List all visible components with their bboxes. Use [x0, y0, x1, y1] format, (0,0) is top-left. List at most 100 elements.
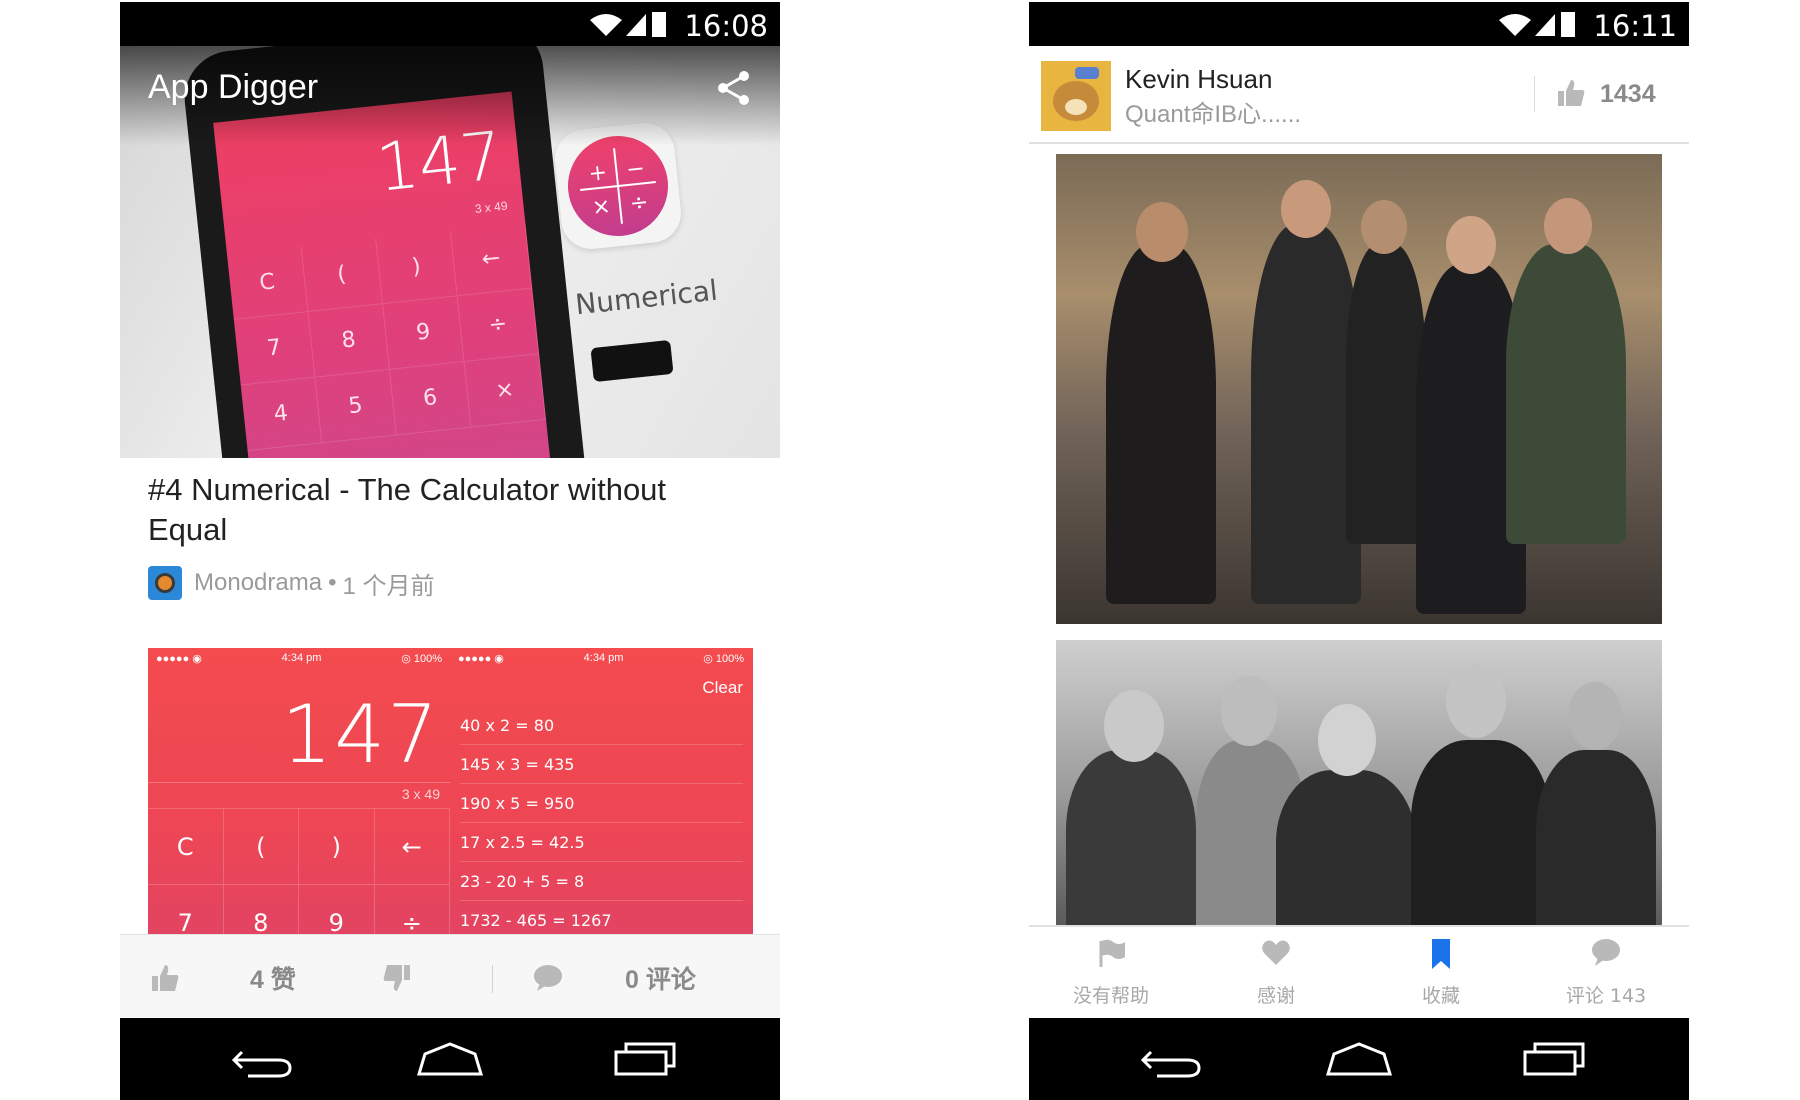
screenshot-key: ): [299, 808, 375, 884]
hero-key: ): [376, 230, 458, 305]
flag-icon: [1041, 937, 1181, 973]
left-phone-screen: 16:08 147 3 x 49 C ( ) ← 7 8 9 ÷ 4 5 6 ×…: [120, 2, 780, 1100]
answer-action-bar: 没有帮助 感谢 收藏 评论 143: [1029, 925, 1689, 1021]
screenshot-history-list: 40 x 2 = 80 145 x 3 = 435 190 x 5 = 950 …: [460, 706, 743, 938]
vote-count[interactable]: 1434: [1600, 80, 1656, 109]
header-divider: [1534, 76, 1535, 112]
hero-key: ←: [450, 222, 533, 297]
screenshot-status-bar: ●●●●● ◉ 4:34 pm ◎ 100%: [156, 652, 442, 665]
app-title: App Digger: [148, 68, 319, 106]
hero-key: 8: [308, 304, 390, 378]
tab-not-helpful[interactable]: 没有帮助: [1041, 937, 1181, 1017]
screenshot-battery: ◎ 100%: [703, 653, 744, 665]
status-bar: 16:08: [120, 2, 780, 46]
hero-image[interactable]: 147 3 x 49 C ( ) ← 7 8 9 ÷ 4 5 6 × + − ×…: [120, 46, 780, 458]
like-button[interactable]: [150, 935, 180, 1021]
app-store-badge-icon: [590, 339, 674, 383]
vote-up-icon[interactable]: [1556, 78, 1586, 113]
home-button[interactable]: [1324, 1034, 1404, 1084]
hero-key: C: [226, 246, 309, 320]
post-meta: Monodrama • 1 个月前: [148, 566, 434, 600]
svg-text:×: ×: [591, 194, 612, 221]
author-header[interactable]: Kevin Hsuan Quant命IB心...... 1434: [1029, 46, 1689, 144]
home-icon: [1325, 1042, 1393, 1076]
screenshot-time: 4:34 pm: [583, 652, 624, 664]
screenshot-history: ●●●●● ◉ 4:34 pm ◎ 100% Clear 40 x 2 = 80…: [450, 648, 753, 938]
screenshot-key: 8: [223, 884, 299, 938]
band-portrait-photo[interactable]: [1056, 640, 1662, 925]
author-avatar[interactable]: [1041, 61, 1111, 131]
screenshot-carrier: ●●●●● ◉: [458, 653, 504, 665]
home-button[interactable]: [415, 1034, 495, 1084]
hero-app-name: Numerical: [573, 273, 720, 322]
source-name[interactable]: Monodrama: [194, 569, 322, 597]
system-nav-bar: [120, 1018, 780, 1100]
back-button[interactable]: [1137, 1034, 1217, 1084]
hero-key: 5: [315, 369, 397, 444]
recents-button[interactable]: [610, 1034, 690, 1084]
post-title[interactable]: #4 Numerical - The Calculator without Eq…: [148, 470, 728, 550]
meta-separator: •: [328, 569, 337, 596]
hero-key: 9: [383, 296, 465, 370]
tab-favorite[interactable]: 收藏: [1371, 937, 1511, 1017]
status-icons: [1497, 10, 1577, 43]
battery-icon: [1561, 12, 1575, 37]
screenshot-key: 9: [299, 884, 375, 938]
like-count[interactable]: 4 赞: [250, 935, 296, 1021]
history-item: 1732 - 465 = 1267: [460, 901, 743, 938]
status-icons: [588, 10, 668, 43]
comment-button[interactable]: [532, 935, 564, 1021]
thumbs-down-icon: [383, 965, 410, 991]
screenshot-key: ←: [374, 808, 450, 884]
tab-label: 感谢: [1256, 985, 1295, 1007]
comment-icon: [534, 965, 562, 991]
hero-key: ÷: [457, 288, 540, 362]
band-street-photo[interactable]: [1056, 154, 1662, 624]
comment-icon: [1536, 937, 1676, 973]
hero-key: 7: [233, 311, 316, 386]
share-icon[interactable]: [714, 68, 754, 113]
recents-button[interactable]: [1519, 1034, 1599, 1084]
tab-comments[interactable]: 评论 143: [1536, 937, 1676, 1017]
screenshot-status-bar: ●●●●● ◉ 4:34 pm ◎ 100%: [458, 652, 744, 665]
recent-apps-icon: [1523, 1042, 1585, 1076]
battery-icon: [652, 12, 666, 37]
screenshot-clear-label: Clear: [702, 678, 743, 697]
heart-icon: [1206, 937, 1346, 973]
history-item: 190 x 5 = 950: [460, 784, 743, 823]
tab-label: 收藏: [1421, 985, 1460, 1007]
history-item: 40 x 2 = 80: [460, 706, 743, 745]
dislike-button[interactable]: [382, 935, 412, 1021]
hero-key: ×: [464, 354, 547, 428]
tab-thanks[interactable]: 感谢: [1206, 937, 1346, 1017]
back-arrow-icon: [231, 1050, 292, 1078]
app-screenshot-image[interactable]: ●●●●● ◉ 4:34 pm ◎ 100% 147 3 x 49 C ( ) …: [148, 648, 753, 938]
bookmark-icon: [1371, 937, 1511, 973]
tab-label: 没有帮助: [1072, 985, 1149, 1007]
system-nav-bar: [1029, 1018, 1689, 1100]
home-icon: [416, 1042, 484, 1076]
right-phone-screen: 16:11 Kevin Hsuan Quant命IB心...... 1434 没…: [1029, 2, 1689, 1100]
screenshot-key: (: [223, 808, 299, 884]
history-item: 17 x 2.5 = 42.5: [460, 823, 743, 862]
wifi-icon: [1499, 14, 1531, 36]
hero-key: 6: [389, 361, 472, 436]
author-name[interactable]: Kevin Hsuan: [1125, 64, 1272, 95]
screenshot-keypad: C ( ) ← 7 8 9 ÷: [148, 808, 450, 938]
back-arrow-icon: [1140, 1050, 1201, 1078]
source-avatar-icon: [148, 566, 182, 600]
screenshot-sub-expression: 3 x 49: [401, 786, 440, 802]
back-button[interactable]: [228, 1034, 308, 1084]
author-bio: Quant命IB心......: [1125, 101, 1302, 128]
history-item: 145 x 3 = 435: [460, 745, 743, 784]
hero-phone-screen: 147 3 x 49 C ( ) ← 7 8 9 ÷ 4 5 6 ×: [213, 91, 560, 458]
action-divider: [492, 965, 493, 993]
post-time: 1 个月前: [342, 572, 435, 600]
svg-text:−: −: [625, 156, 646, 183]
screenshot-key: C: [148, 808, 224, 884]
comment-count[interactable]: 0 评论: [625, 935, 696, 1021]
svg-text:÷: ÷: [629, 190, 650, 217]
screenshot-carrier: ●●●●● ◉: [156, 653, 202, 665]
hero-key: (: [301, 238, 384, 312]
screenshot-time: 4:34 pm: [281, 652, 322, 664]
